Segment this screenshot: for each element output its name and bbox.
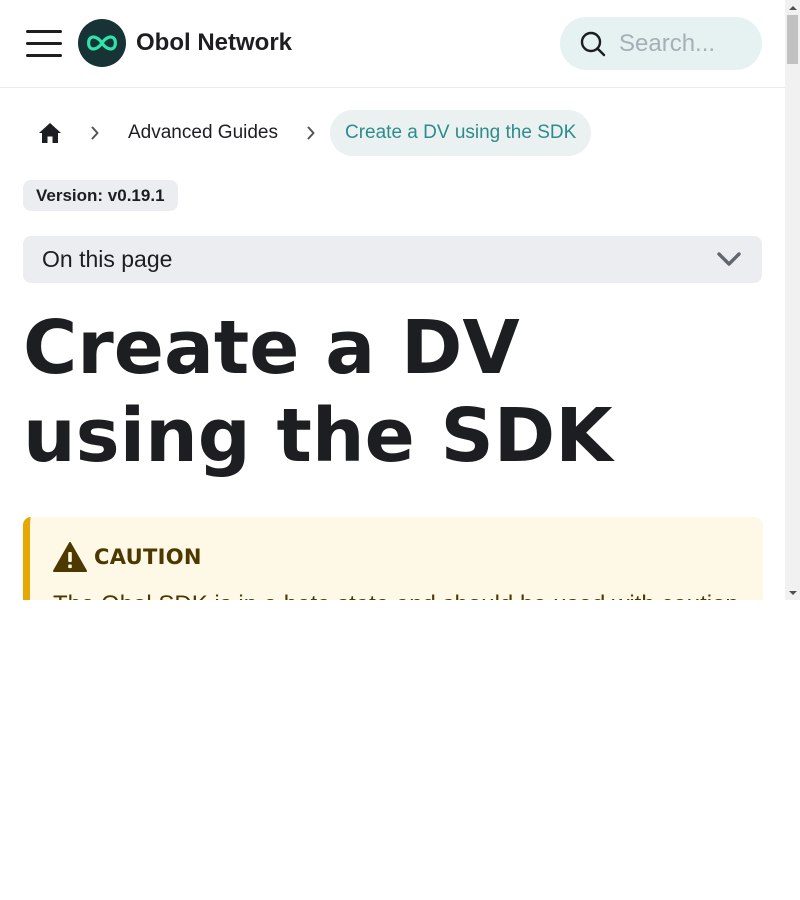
chevron-right-icon: [76, 110, 114, 156]
breadcrumb-advanced-guides[interactable]: Advanced Guides: [114, 110, 292, 156]
version-badge: Version: v0.19.1: [23, 180, 178, 211]
caution-body: The Obol SDK is in a beta state and shou…: [53, 591, 739, 600]
warning-icon: [53, 542, 87, 572]
scroll-down-arrow[interactable]: [785, 585, 800, 600]
hamburger-icon-line: [26, 54, 62, 57]
chevron-right-icon: [292, 110, 330, 156]
page-title: Create a DV using the SDK: [23, 305, 613, 479]
home-icon: [39, 123, 61, 143]
toc-label: On this page: [42, 246, 173, 272]
search-box[interactable]: [560, 17, 762, 70]
toc-collapsible[interactable]: On this page: [23, 236, 762, 283]
scrollbar-thumb[interactable]: [787, 15, 798, 64]
brand-title[interactable]: Obol Network: [136, 29, 292, 57]
chevron-down-icon: [717, 252, 741, 266]
navbar: Obol Network: [0, 0, 785, 88]
hamburger-icon-line: [26, 42, 62, 45]
breadcrumb-current-page[interactable]: Create a DV using the SDK: [330, 110, 592, 156]
caution-heading: CAUTION: [53, 542, 202, 572]
breadcrumb: Advanced Guides Create a DV using the SD…: [24, 110, 592, 156]
hamburger-icon-line: [26, 30, 62, 33]
vertical-scrollbar[interactable]: [785, 0, 800, 600]
infinity-logo-icon[interactable]: [78, 19, 126, 67]
page-viewport: Obol Network Advanced Guides Create a DV…: [0, 0, 785, 600]
breadcrumb-home[interactable]: [24, 110, 76, 156]
caution-title: CAUTION: [94, 545, 202, 569]
caution-admonition: CAUTION The Obol SDK is in a beta state …: [23, 517, 763, 600]
scroll-up-arrow[interactable]: [785, 0, 800, 15]
search-icon: [580, 31, 606, 56]
menu-toggle-button[interactable]: [26, 28, 64, 60]
search-input[interactable]: [619, 29, 759, 58]
